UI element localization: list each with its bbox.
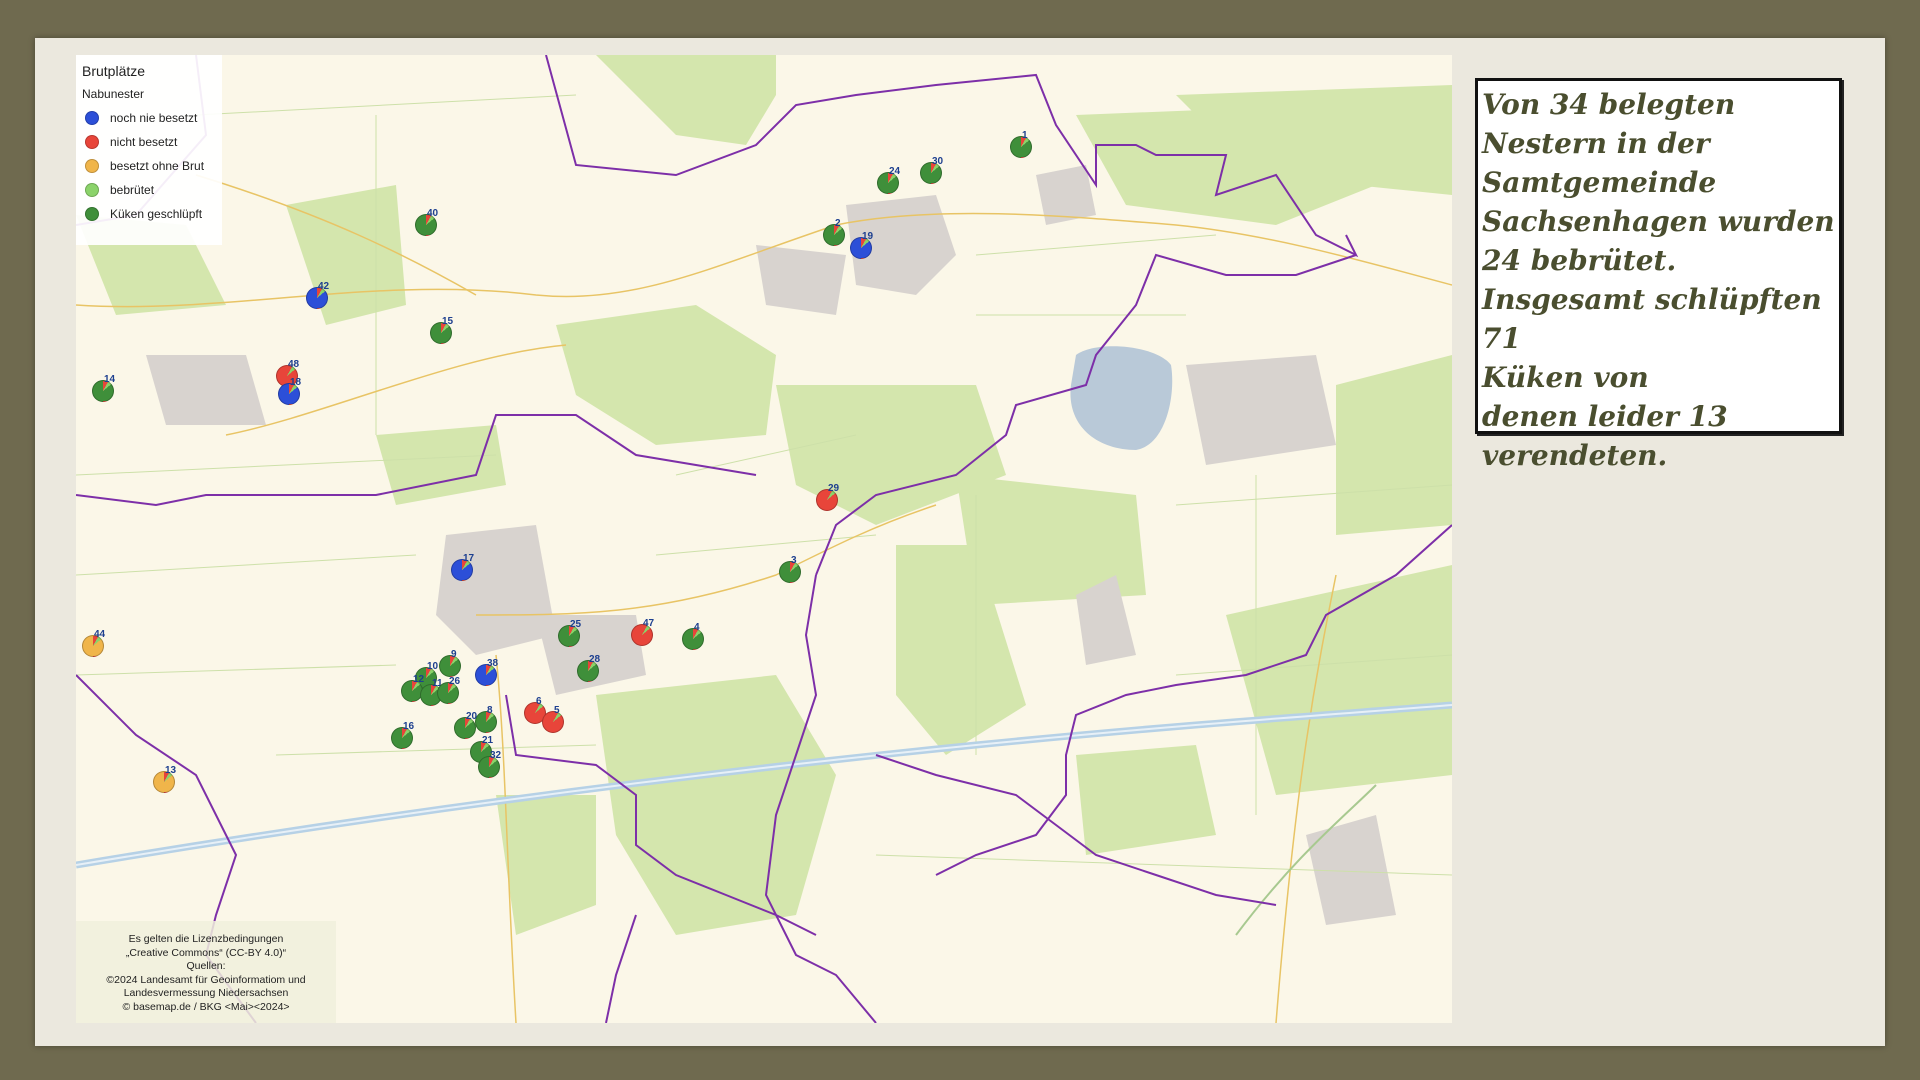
basemap — [76, 55, 1452, 1023]
summary-textbox: Von 34 belegten Nestern in der Samtgemei… — [1475, 78, 1842, 472]
summary-line: Samtgemeinde — [1482, 166, 1717, 199]
nest-id-label: 26 — [449, 676, 461, 687]
nest-marker-26[interactable]: 26 — [437, 676, 460, 704]
yellow-nest-icon — [85, 159, 99, 173]
nest-id-label: 20 — [466, 711, 478, 722]
legend-item-incubated: bebrütet — [82, 178, 216, 202]
legend-item-occupied-no-brood: besetzt ohne Brut — [82, 154, 216, 178]
nest-marker-5[interactable]: 5 — [542, 705, 564, 733]
legend-item-never-occupied: noch nie besetzt — [82, 106, 216, 130]
legend-label: besetzt ohne Brut — [110, 159, 205, 173]
credit-line: ©2024 Landesamt für Geoinformatiom und — [106, 973, 306, 986]
nest-id-label: 2 — [835, 218, 841, 229]
nest-id-label: 10 — [427, 661, 439, 672]
legend-label: bebrütet — [110, 183, 155, 197]
nest-marker-32[interactable]: 32 — [478, 750, 501, 778]
nest-marker-15[interactable]: 15 — [430, 316, 453, 344]
nest-marker-30[interactable]: 30 — [920, 156, 943, 184]
nest-id-label: 4 — [694, 622, 700, 633]
nest-marker-4[interactable]: 4 — [682, 622, 704, 650]
nest-id-label: 44 — [94, 629, 106, 640]
nest-id-label: 42 — [318, 281, 330, 292]
nest-marker-18[interactable]: 18 — [278, 377, 301, 405]
nest-marker-2[interactable]: 2 — [823, 218, 845, 246]
map-canvas[interactable]: 1 30 24 2 19 40 42 15 48 18 14 29 17 3 44 25 47 4 28 10 9 38 1… — [76, 55, 1452, 1023]
nest-id-label: 1 — [1022, 130, 1028, 141]
summary-line: Insgesamt schlüpften 71 — [1482, 283, 1822, 355]
nest-id-label: 17 — [463, 553, 475, 564]
nest-id-label: 30 — [932, 156, 944, 167]
red-nest-icon — [85, 135, 99, 149]
nest-id-label: 16 — [403, 721, 415, 732]
nest-marker-16[interactable]: 16 — [391, 721, 414, 749]
nest-id-label: 9 — [451, 649, 457, 660]
legend-subtitle: Nabunester — [82, 87, 145, 101]
nest-id-label: 5 — [554, 705, 560, 716]
summary-line: Nestern in der — [1482, 127, 1710, 160]
credit-line: © basemap.de / BKG <Mai><2024> — [122, 1000, 290, 1013]
credit-line: Es gelten die Lizenzbedingungen — [128, 933, 284, 945]
map-legend: Brutplätze Nabunester noch nie besetzt n… — [76, 55, 222, 245]
legend-label: Küken geschlüpft — [110, 207, 203, 221]
nest-id-label: 29 — [828, 483, 840, 494]
credit-line: „Creative Commons“ (CC-BY 4.0)“ — [125, 946, 287, 959]
nest-id-label: 6 — [536, 696, 542, 707]
nest-id-label: 21 — [482, 735, 494, 746]
nest-marker-29[interactable]: 29 — [816, 483, 839, 511]
nest-marker-19[interactable]: 19 — [850, 231, 873, 259]
nest-id-label: 8 — [487, 705, 493, 716]
lightgreen-nest-icon — [85, 183, 99, 197]
nest-id-label: 38 — [487, 658, 499, 669]
nest-id-label: 13 — [165, 765, 177, 776]
nest-marker-17[interactable]: 17 — [451, 553, 474, 581]
map-credits: Es gelten die Lizenzbedingungen „Creativ… — [76, 921, 336, 1023]
legend-label: nicht besetzt — [110, 135, 178, 149]
nest-id-label: 40 — [427, 208, 439, 219]
legend-label: noch nie besetzt — [110, 111, 198, 125]
credit-line: Quellen: — [186, 960, 226, 972]
nest-marker-14[interactable]: 14 — [92, 374, 115, 402]
nest-id-label: 12 — [413, 674, 425, 685]
nest-id-label: 18 — [290, 377, 302, 388]
nest-marker-3[interactable]: 3 — [779, 555, 801, 583]
green-nest-icon — [85, 207, 99, 221]
nest-id-label: 14 — [104, 374, 116, 385]
summary-line: 24 bebrütet. — [1482, 244, 1677, 277]
nest-marker-40[interactable]: 40 — [415, 208, 438, 236]
nest-marker-1[interactable]: 1 — [1010, 130, 1032, 158]
credit-line: Landesvermessung Niedersachsen — [123, 987, 289, 999]
nest-marker-13[interactable]: 13 — [153, 765, 176, 793]
nest-id-label: 24 — [889, 166, 901, 177]
nest-marker-8[interactable]: 8 — [475, 705, 497, 733]
nest-marker-28[interactable]: 28 — [577, 654, 600, 682]
nest-id-label: 15 — [442, 316, 454, 327]
summary-line: Küken von — [1482, 361, 1649, 394]
legend-item-not-occupied: nicht besetzt — [82, 130, 216, 154]
legend-item-hatched: Küken geschlüpft — [82, 202, 216, 226]
nest-id-label: 28 — [589, 654, 601, 665]
nest-marker-24[interactable]: 24 — [877, 166, 900, 194]
summary-line: Von 34 belegten — [1482, 88, 1736, 121]
nest-id-label: 47 — [643, 618, 655, 629]
nest-marker-47[interactable]: 47 — [631, 618, 654, 646]
nest-marker-9[interactable]: 9 — [439, 649, 461, 677]
nest-marker-38[interactable]: 38 — [475, 658, 498, 686]
nest-id-label: 3 — [791, 555, 797, 566]
nest-marker-25[interactable]: 25 — [558, 619, 581, 647]
nest-id-label: 25 — [570, 619, 582, 630]
nest-marker-20[interactable]: 20 — [454, 711, 477, 739]
nest-id-label: 19 — [862, 231, 874, 242]
summary-line: denen leider 13 — [1482, 400, 1728, 433]
summary-line: Sachsenhagen wurden — [1482, 205, 1835, 238]
summary-line: verendeten. — [1482, 439, 1668, 472]
nest-marker-44[interactable]: 44 — [82, 629, 105, 657]
nest-id-label: 48 — [288, 359, 300, 370]
nest-id-label: 32 — [490, 750, 502, 761]
nest-marker-42[interactable]: 42 — [306, 281, 329, 309]
blue-nest-icon — [85, 111, 99, 125]
legend-title: Brutplätze — [82, 63, 146, 79]
